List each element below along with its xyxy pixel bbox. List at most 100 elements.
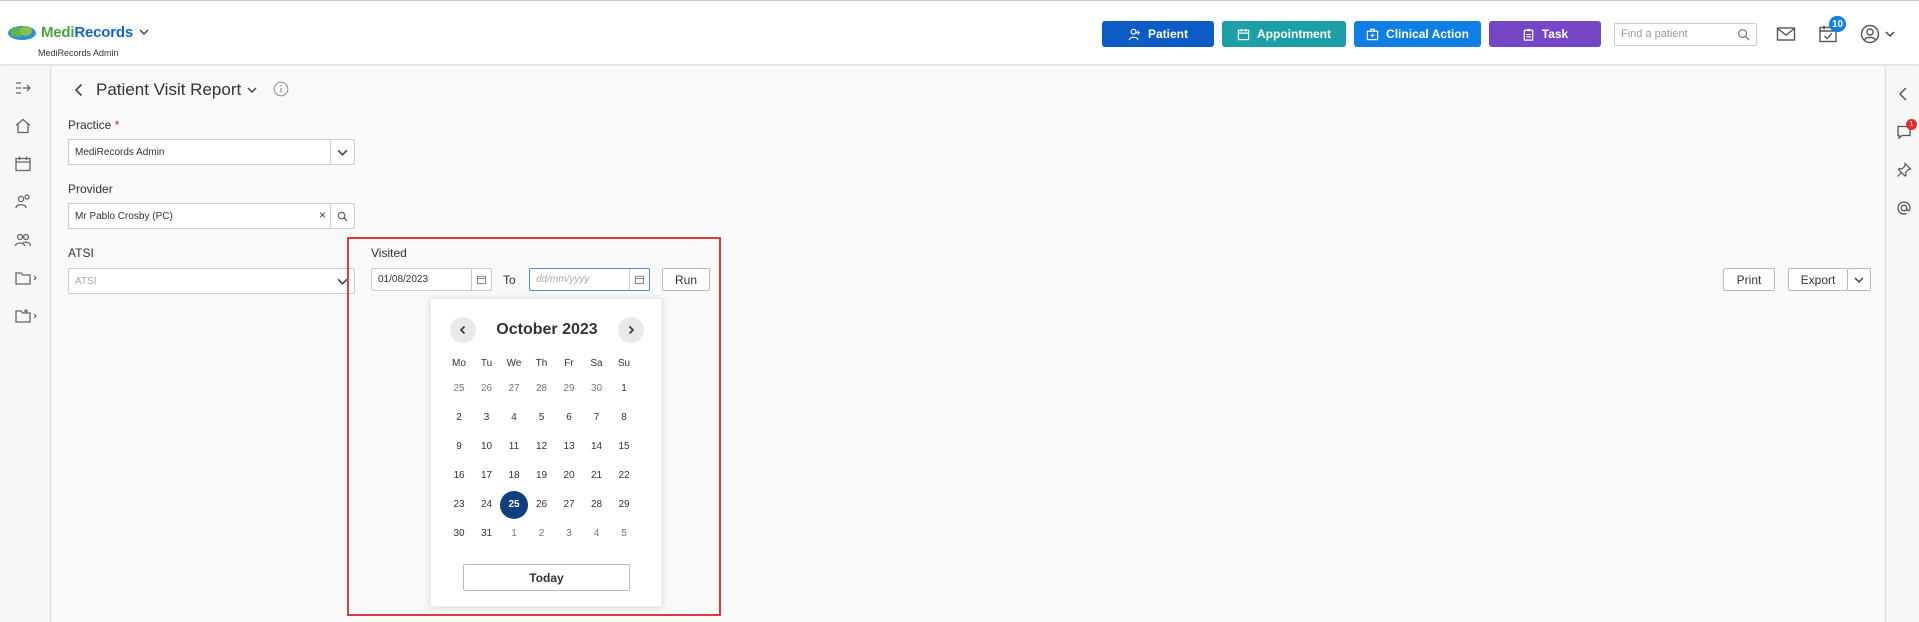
clinical-action-button-label: Clinical Action (1386, 27, 1469, 41)
user-account-icon[interactable] (1860, 24, 1880, 44)
home-icon[interactable] (14, 117, 32, 135)
practice-dropdown-toggle[interactable] (330, 140, 354, 164)
logo-name: MediRecords (41, 23, 133, 41)
calendar-day-selected[interactable]: 25 (500, 491, 528, 519)
right-side-rail (1885, 66, 1919, 622)
reports-folder-icon[interactable] (14, 307, 38, 325)
provider-input[interactable]: Mr Pablo Crosby (PC) × (68, 203, 355, 229)
medical-kit-icon (1366, 28, 1379, 40)
calendar-day[interactable]: 31 (473, 520, 501, 548)
calendar-day[interactable]: 10 (473, 433, 501, 461)
calendar-day[interactable]: 9 (445, 433, 473, 461)
chevron-down-icon (1854, 276, 1864, 283)
calendar-day[interactable]: 13 (555, 433, 583, 461)
calendar-day[interactable]: 21 (583, 462, 611, 490)
provider-value: Mr Pablo Crosby (PC) (75, 210, 173, 222)
calendar-day[interactable]: 20 (555, 462, 583, 490)
app-logo[interactable]: MediRecords (7, 23, 149, 41)
task-button-label: Task (1541, 27, 1569, 41)
calendar-day[interactable]: 3 (555, 520, 583, 548)
calendar-day[interactable]: 12 (528, 433, 556, 461)
calendar-day[interactable]: 28 (528, 375, 556, 403)
calendar-day[interactable]: 4 (583, 520, 611, 548)
chevron-down-icon[interactable] (139, 27, 149, 37)
calendar-day[interactable]: 11 (500, 433, 528, 461)
search-icon[interactable] (1737, 28, 1750, 41)
pin-icon[interactable] (1896, 162, 1912, 178)
notification-count-badge: 1 (1906, 119, 1917, 130)
calendar-day[interactable]: 24 (473, 491, 501, 519)
date-picker-popup: October 2023 Today Mo Tu We Th Fr Sa Su 25 26 27 2… (430, 298, 662, 607)
calendar-day[interactable]: 29 (610, 491, 638, 519)
calendar-day[interactable]: 30 (583, 375, 611, 403)
clear-provider-icon[interactable]: × (319, 208, 326, 222)
org-name: MediRecords Admin (38, 48, 119, 58)
weekday-header: Mo (452, 358, 466, 369)
required-marker: * (114, 118, 120, 132)
next-month-button[interactable] (618, 317, 644, 343)
print-button[interactable]: Print (1723, 268, 1775, 291)
chevron-left-icon[interactable] (1896, 86, 1912, 102)
user-plus-icon (1128, 28, 1141, 40)
calendar-icon[interactable] (14, 155, 32, 173)
calendar-day[interactable]: 7 (583, 404, 611, 432)
calendar-day[interactable]: 16 (445, 462, 473, 490)
calendar-day[interactable]: 27 (500, 375, 528, 403)
search-icon (337, 211, 348, 222)
weekday-header: Th (535, 358, 548, 369)
new-task-button[interactable]: Task (1489, 21, 1601, 47)
patients-icon[interactable] (14, 193, 32, 211)
calendar-day[interactable]: 22 (610, 462, 638, 490)
calendar-day[interactable]: 27 (555, 491, 583, 519)
provider-label: Provider (68, 182, 113, 196)
export-options-toggle[interactable] (1847, 268, 1871, 291)
calendar-day[interactable]: 25 (445, 375, 473, 403)
calendar-day[interactable]: 14 (583, 433, 611, 461)
calendar-day[interactable]: 3 (473, 404, 501, 432)
atsi-select[interactable]: ATSI (68, 268, 355, 294)
left-nav-rail (0, 66, 51, 622)
at-mention-icon[interactable] (1896, 200, 1912, 216)
calendar-day[interactable]: 2 (528, 520, 556, 548)
users-icon[interactable] (14, 231, 32, 249)
weekday-header: We (506, 358, 522, 369)
provider-search-button[interactable] (330, 204, 354, 228)
calendar-day[interactable]: 19 (528, 462, 556, 490)
info-icon[interactable] (273, 81, 289, 97)
chevron-right-icon (628, 325, 635, 335)
calendar-day[interactable]: 28 (583, 491, 611, 519)
new-patient-button[interactable]: Patient (1102, 21, 1214, 47)
calendar-day[interactable]: 18 (500, 462, 528, 490)
calendar-day[interactable]: 17 (473, 462, 501, 490)
folder-expand-icon[interactable] (14, 269, 38, 287)
calendar-day[interactable]: 26 (528, 491, 556, 519)
back-arrow-icon[interactable] (72, 83, 86, 97)
find-patient-input[interactable]: Find a patient (1614, 23, 1757, 46)
calendar-day[interactable]: 5 (528, 404, 556, 432)
chevron-down-icon[interactable] (247, 85, 257, 95)
calendar-header: October 2023 (431, 317, 663, 343)
export-button[interactable]: Export (1788, 268, 1848, 291)
calendar-day[interactable]: 15 (610, 433, 638, 461)
today-button[interactable]: Today (463, 564, 630, 591)
calendar-day[interactable]: 23 (445, 491, 473, 519)
calendar-day[interactable]: 1 (500, 520, 528, 548)
calendar-icon (1237, 28, 1250, 40)
calendar-day[interactable]: 8 (610, 404, 638, 432)
weekday-header: Sa (590, 358, 603, 369)
calendar-day[interactable]: 2 (445, 404, 473, 432)
clinical-action-button[interactable]: Clinical Action (1354, 21, 1481, 47)
new-appointment-button[interactable]: Appointment (1222, 21, 1346, 47)
practice-select[interactable]: MediRecords Admin (68, 139, 355, 165)
calendar-day[interactable]: 26 (473, 375, 501, 403)
expand-menu-icon[interactable] (14, 79, 32, 97)
calendar-day[interactable]: 5 (610, 520, 638, 548)
calendar-day[interactable]: 6 (555, 404, 583, 432)
chevron-down-icon[interactable] (1885, 29, 1895, 39)
calendar-day[interactable]: 30 (445, 520, 473, 548)
clipboard-icon (1523, 28, 1534, 41)
mail-icon[interactable] (1776, 24, 1796, 44)
calendar-day[interactable]: 4 (500, 404, 528, 432)
calendar-day[interactable]: 29 (555, 375, 583, 403)
calendar-day[interactable]: 1 (610, 375, 638, 403)
